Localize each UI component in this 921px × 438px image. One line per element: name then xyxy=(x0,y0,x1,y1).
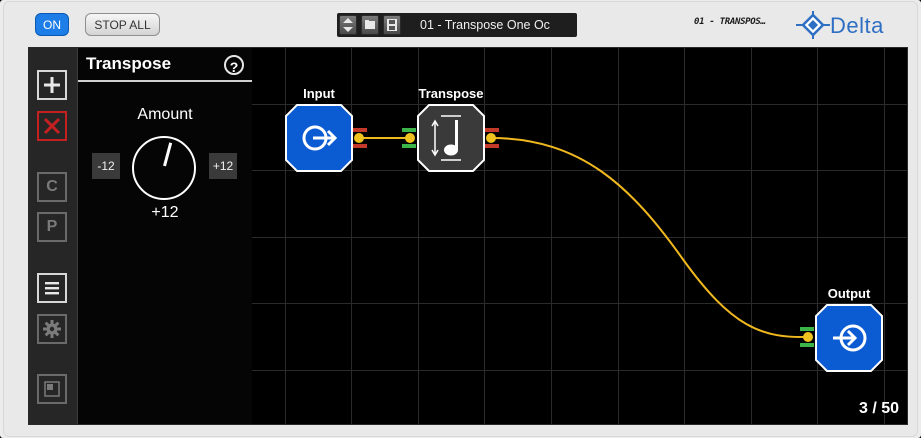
handwritten-preset-note: 01 - TRANSPOS… xyxy=(694,17,766,27)
delta-logo-icon xyxy=(796,11,830,39)
amount-label: Amount xyxy=(137,106,193,123)
module-label-transpose: Transpose xyxy=(418,86,484,101)
module-label-output: Output xyxy=(827,286,871,301)
plus-icon xyxy=(44,77,60,93)
preset-prev-next-button[interactable] xyxy=(339,15,357,35)
settings-button[interactable] xyxy=(37,314,67,344)
delete-module-button[interactable] xyxy=(37,111,67,141)
amount-value: +12 xyxy=(151,204,179,221)
transpose-output-port[interactable] xyxy=(485,127,499,149)
delta-logo: Delta xyxy=(796,11,906,39)
tool-column: C P xyxy=(29,48,77,424)
module-canvas[interactable]: Input Transpose Output 3 / 50 xyxy=(252,48,907,424)
module-count: 3 / 50 xyxy=(858,400,899,417)
output-input-port[interactable] xyxy=(800,326,814,348)
add-module-button[interactable] xyxy=(37,70,67,100)
amount-knob[interactable] xyxy=(132,136,196,200)
open-folder-button[interactable] xyxy=(361,15,379,35)
parameter-panel-title: Transpose xyxy=(86,54,172,73)
save-preset-button[interactable] xyxy=(383,15,401,35)
help-icon[interactable]: ? xyxy=(224,55,244,75)
stop-all-button[interactable]: STOP ALL xyxy=(85,13,160,36)
list-icon xyxy=(45,282,59,295)
main-panel: C P Transpose ? Amount -12 +12 +12 Input… xyxy=(28,47,908,425)
paste-button[interactable]: P xyxy=(37,212,67,242)
amount-max-label: +12 xyxy=(209,153,237,179)
panel-toggle-button[interactable] xyxy=(37,374,67,404)
wire-transpose-to-output[interactable] xyxy=(490,137,809,339)
arrows-updown-icon xyxy=(343,18,353,32)
input-output-port[interactable] xyxy=(353,127,367,149)
transpose-input-port[interactable] xyxy=(402,127,416,149)
brand-name: Delta xyxy=(830,13,884,38)
close-x-icon xyxy=(43,117,61,135)
folder-icon xyxy=(365,20,375,29)
module-label-input: Input xyxy=(303,86,335,101)
preset-name-display[interactable]: 01 - Transpose One Oc xyxy=(418,15,573,35)
copy-button[interactable]: C xyxy=(37,172,67,202)
amount-min-label: -12 xyxy=(92,153,120,179)
parameter-panel-header: Transpose ? xyxy=(78,48,252,82)
settings-gear-icon xyxy=(43,320,61,338)
list-button[interactable] xyxy=(37,273,67,303)
app-shell: ON STOP ALL 01 - Transpose One Oc 01 - T… xyxy=(0,0,921,438)
panel-toggle-icon xyxy=(44,381,60,397)
preset-bar: 01 - Transpose One Oc xyxy=(337,13,577,37)
module-transpose[interactable] xyxy=(417,104,485,172)
parameter-panel: Transpose ? Amount -12 +12 +12 xyxy=(77,48,253,424)
knob-pointer xyxy=(163,142,173,167)
save-disk-icon xyxy=(387,19,397,31)
module-output[interactable] xyxy=(815,304,883,372)
module-input[interactable] xyxy=(285,104,353,172)
on-toggle-button[interactable]: ON xyxy=(35,13,69,36)
